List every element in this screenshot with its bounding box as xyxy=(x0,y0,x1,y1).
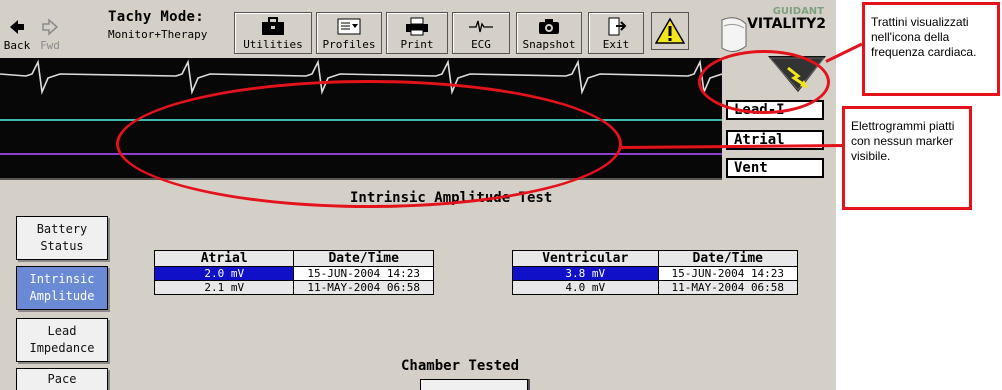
atrial-datetime-header: Date/Time xyxy=(293,250,434,267)
ventricular-datetime-header: Date/Time xyxy=(657,250,799,267)
chamber-select-button[interactable] xyxy=(420,379,528,390)
utilities-button[interactable]: Utilities xyxy=(234,12,312,54)
back-label: Back xyxy=(3,39,31,52)
lead-label-vent[interactable]: Vent xyxy=(726,158,824,178)
forward-arrow-icon xyxy=(40,16,60,38)
intrinsic-amplitude-button[interactable]: Intrinsic Amplitude xyxy=(16,266,108,310)
ventricular-value: 3.8 mV xyxy=(512,266,659,281)
snapshot-label: Snapshot xyxy=(522,38,576,51)
lead-impedance-line1: Lead xyxy=(47,324,77,338)
lead-impedance-line2: Impedance xyxy=(29,341,95,355)
table-row[interactable]: 2.0 mV 15-JUN-2004 14:23 xyxy=(153,266,434,281)
warning-button[interactable] xyxy=(651,12,689,50)
forward-button[interactable]: Fwd xyxy=(36,10,64,54)
intrinsic-amplitude-line2: Amplitude xyxy=(29,289,95,303)
printer-icon xyxy=(404,15,430,37)
tachy-mode-title: Tachy Mode: xyxy=(108,9,205,25)
tachy-mode-indicator: Tachy Mode: Monitor+Therapy xyxy=(108,8,232,56)
electrogram-highlight xyxy=(116,80,622,208)
atrial-value: 2.0 mV xyxy=(153,266,295,281)
lead-impedance-button[interactable]: Lead Impedance xyxy=(16,318,108,362)
profiles-button[interactable]: Profiles xyxy=(316,12,382,54)
exit-button[interactable]: Exit xyxy=(588,12,644,54)
back-button[interactable]: Back xyxy=(2,10,32,54)
table-row[interactable]: 4.0 mV 11-MAY-2004 06:58 xyxy=(512,280,799,295)
ecg-label: ECG xyxy=(471,38,491,51)
atrial-datetime: 11-MAY-2004 06:58 xyxy=(293,280,434,295)
heart-rate-callout: Trattini visualizzati nell'icona della f… xyxy=(862,2,1000,96)
device-icon xyxy=(721,17,747,52)
toolbox-icon xyxy=(260,15,286,37)
atrial-header: Atrial xyxy=(153,250,295,267)
print-button[interactable]: Print xyxy=(386,12,448,54)
electrogram-callout: Elettrogrammi piatti con nessun marker v… xyxy=(842,106,972,210)
warning-icon xyxy=(655,17,685,44)
chamber-tested-title: Chamber Tested xyxy=(401,358,520,374)
profiles-label: Profiles xyxy=(322,38,376,51)
forward-label: Fwd xyxy=(40,39,60,52)
table-row[interactable]: 2.1 mV 11-MAY-2004 06:58 xyxy=(153,280,434,295)
ventricular-amplitude-table: Ventricular Date/Time 3.8 mV 15-JUN-2004… xyxy=(512,250,799,295)
heart-rate-callout-text: Trattini visualizzati nell'icona della f… xyxy=(871,15,977,59)
ventricular-datetime: 11-MAY-2004 06:58 xyxy=(657,280,799,295)
heart-icon-highlight xyxy=(698,50,830,114)
pace-line1: Pace xyxy=(47,372,77,386)
toolbar: Back Fwd Tachy Mode: Monitor+Therapy Uti… xyxy=(0,0,836,58)
camera-icon xyxy=(536,15,562,37)
back-arrow-icon xyxy=(7,16,27,38)
battery-status-line1: Battery xyxy=(36,222,88,236)
device-brand: GUIDANT VITALITY2 xyxy=(716,6,832,56)
atrial-amplitude-table: Atrial Date/Time 2.0 mV 15-JUN-2004 14:2… xyxy=(153,250,434,295)
exit-label: Exit xyxy=(602,38,630,51)
atrial-datetime: 15-JUN-2004 14:23 xyxy=(293,266,434,281)
tachy-mode-value: Monitor+Therapy xyxy=(108,28,208,41)
table-row[interactable]: 3.8 mV 15-JUN-2004 14:23 xyxy=(512,266,799,281)
ecg-waveform-icon xyxy=(468,15,494,37)
battery-status-line2: Status xyxy=(40,239,84,253)
print-label: Print xyxy=(400,38,434,51)
brand-model: VITALITY2 xyxy=(747,16,826,32)
battery-status-button[interactable]: Battery Status xyxy=(16,216,108,260)
exit-door-icon xyxy=(603,15,629,37)
ventricular-value: 4.0 mV xyxy=(512,280,659,295)
utilities-label: Utilities xyxy=(243,38,303,51)
ecg-button[interactable]: ECG xyxy=(452,12,510,54)
ventricular-datetime: 15-JUN-2004 14:23 xyxy=(657,266,799,281)
atrial-value: 2.1 mV xyxy=(153,280,295,295)
pace-button[interactable]: Pace xyxy=(16,368,108,390)
ventricular-header: Ventricular xyxy=(512,250,659,267)
intrinsic-amplitude-line1: Intrinsic xyxy=(29,272,95,286)
electrogram-callout-text: Elettrogrammi piatti con nessun marker v… xyxy=(851,119,955,163)
snapshot-button[interactable]: Snapshot xyxy=(516,12,582,54)
profiles-list-icon xyxy=(336,15,362,37)
